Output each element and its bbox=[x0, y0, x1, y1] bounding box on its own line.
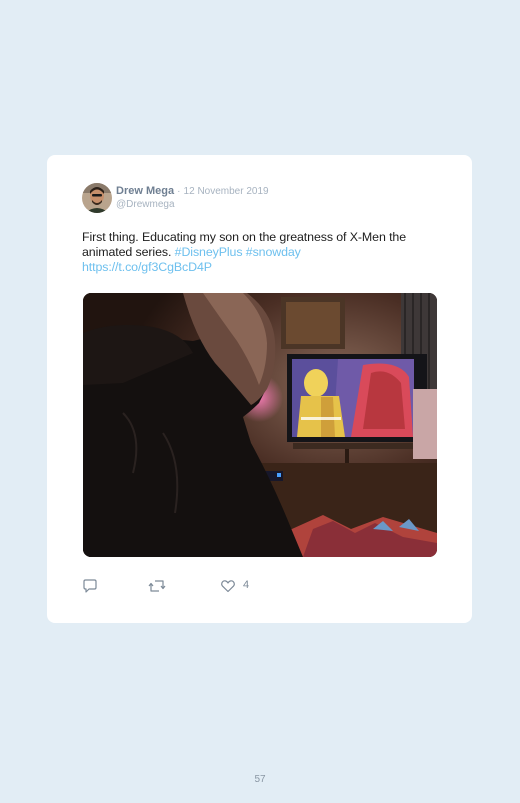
tweet-link[interactable]: https://t.co/gf3CgBcD4P bbox=[82, 260, 212, 274]
tweet-card: Drew Mega · 12 November 2019 @Drewmega F… bbox=[47, 155, 472, 623]
avatar[interactable] bbox=[82, 183, 112, 213]
author-name[interactable]: Drew Mega bbox=[116, 185, 174, 197]
photo-image bbox=[83, 293, 437, 557]
author-line: Drew Mega · 12 November 2019 bbox=[116, 185, 269, 198]
page-number: 57 bbox=[254, 774, 266, 785]
retweet-icon[interactable] bbox=[148, 578, 166, 594]
tweet-text-main: First thing. Educating my son on the gre… bbox=[82, 230, 407, 259]
avatar-image bbox=[82, 183, 112, 213]
reply-icon[interactable] bbox=[82, 578, 98, 594]
author-handle[interactable]: @Drewmega bbox=[116, 199, 175, 211]
tweet-text: First thing. Educating my son on the gre… bbox=[82, 230, 442, 275]
tweet-photo[interactable] bbox=[83, 293, 437, 557]
page: Drew Mega · 12 November 2019 @Drewmega F… bbox=[0, 0, 520, 803]
like-count: 4 bbox=[243, 579, 250, 591]
separator: · bbox=[177, 186, 181, 197]
tweet-actions: 4 bbox=[82, 578, 382, 594]
tweet-date[interactable]: 12 November 2019 bbox=[184, 186, 269, 197]
heart-icon[interactable] bbox=[220, 578, 236, 594]
hashtag-snowday[interactable]: #snowday bbox=[246, 245, 301, 259]
hashtag-disneyplus[interactable]: #DisneyPlus bbox=[175, 245, 243, 259]
